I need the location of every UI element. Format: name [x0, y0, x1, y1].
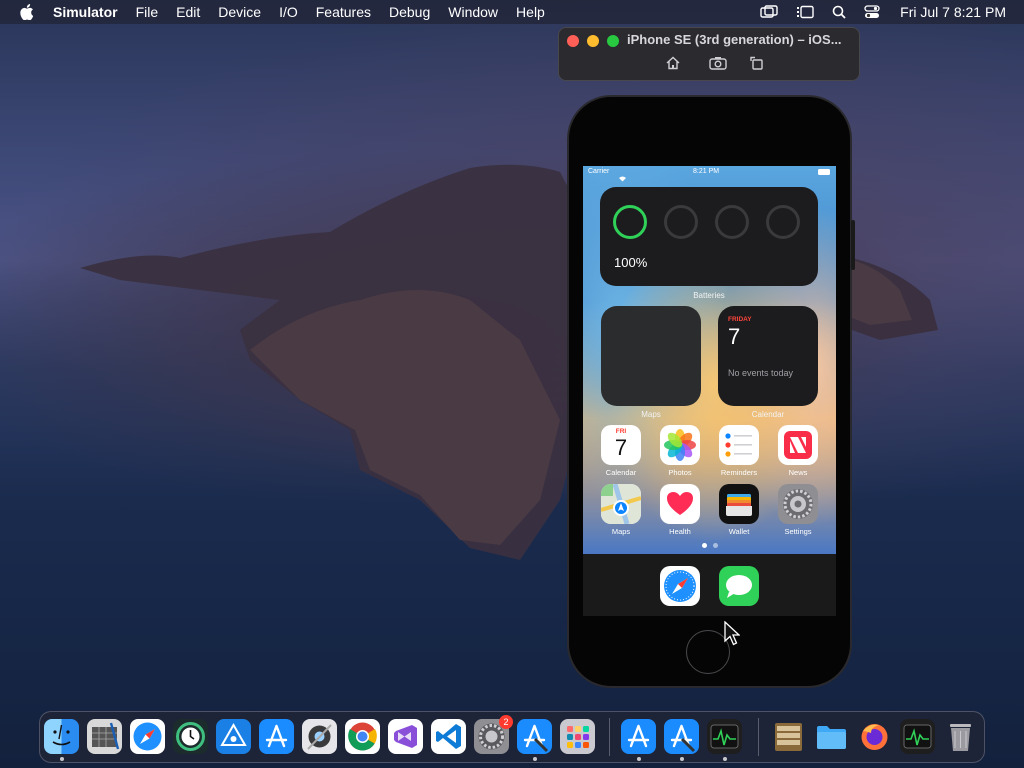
activity-monitor-2-icon[interactable] — [900, 719, 935, 754]
page-indicator-dot[interactable] — [713, 543, 718, 548]
battery-ring-empty — [715, 205, 749, 239]
maps-widget-label: Maps — [641, 410, 661, 419]
vs-code-icon[interactable] — [431, 719, 466, 754]
running-indicator — [637, 757, 641, 761]
batteries-widget-label: Batteries — [693, 291, 725, 300]
xcode-icon[interactable] — [517, 719, 552, 754]
home-icon[interactable] — [665, 56, 681, 75]
archive-utility-icon[interactable] — [771, 719, 806, 754]
batteries-widget[interactable]: 100% — [600, 187, 818, 286]
menu-device[interactable]: Device — [218, 4, 261, 20]
app-label: Reminders — [720, 468, 758, 477]
stage-manager-icon[interactable] — [796, 5, 814, 19]
close-button[interactable] — [567, 35, 579, 47]
running-indicator — [680, 757, 684, 761]
calendar-widget-events: No events today — [728, 368, 794, 378]
launchpad-icon[interactable] — [560, 719, 595, 754]
app-label: Maps — [611, 527, 631, 536]
calendar-widget-label: Calendar — [751, 410, 785, 419]
app-label: Health — [669, 527, 691, 536]
photos-app-icon[interactable] — [660, 425, 700, 465]
battery-ring-empty — [766, 205, 800, 239]
maps-app-icon[interactable] — [601, 484, 641, 524]
screen-mirroring-icon[interactable] — [760, 5, 778, 19]
app-label: News — [788, 468, 808, 477]
running-indicator — [533, 757, 537, 761]
app-label: Calendar — [605, 468, 637, 477]
mouse-cursor-icon — [724, 621, 740, 646]
news-app-icon[interactable] — [778, 425, 818, 465]
dock-separator — [609, 718, 610, 756]
google-chrome-icon[interactable] — [345, 719, 380, 754]
safari-icon[interactable] — [130, 719, 165, 754]
battery-ring-empty — [664, 205, 698, 239]
menu-file[interactable]: File — [136, 4, 159, 20]
system-information-icon[interactable] — [87, 719, 122, 754]
testflight-icon[interactable] — [216, 719, 251, 754]
wifi-icon — [618, 169, 627, 187]
time-machine-icon[interactable] — [173, 719, 208, 754]
carrier-label: Carrier — [588, 168, 610, 175]
iphone-screen: Carrier 8:21 PM 100% Batteries Maps FRID… — [583, 166, 836, 616]
instruments-icon[interactable] — [302, 719, 337, 754]
menu-app-name[interactable]: Simulator — [53, 4, 118, 20]
menu-edit[interactable]: Edit — [176, 4, 200, 20]
wallpaper-island — [80, 164, 938, 561]
visual-studio-icon[interactable] — [388, 719, 423, 754]
notification-badge: 2 — [499, 715, 513, 729]
minimize-button[interactable] — [587, 35, 599, 47]
settings-app-icon[interactable] — [778, 484, 818, 524]
menu-io[interactable]: I/O — [279, 4, 298, 20]
app-label: Settings — [784, 527, 812, 536]
control-center-icon[interactable] — [864, 5, 880, 19]
battery-icon — [818, 169, 830, 175]
calendar-widget[interactable]: FRIDAY 7 No events today — [718, 306, 818, 406]
xcode-2-icon[interactable] — [664, 719, 699, 754]
iphone-side-button[interactable] — [851, 220, 855, 270]
status-time: 8:21 PM — [693, 168, 720, 175]
folder-icon[interactable] — [814, 719, 849, 754]
rotate-icon[interactable] — [750, 56, 764, 75]
app-store-icon[interactable] — [259, 719, 294, 754]
app-label: Wallet — [728, 527, 750, 536]
apple-logo-icon[interactable] — [18, 4, 36, 20]
safari-icon[interactable] — [660, 566, 700, 606]
page-indicator-dot-active[interactable] — [702, 543, 707, 548]
menu-window[interactable]: Window — [448, 4, 498, 20]
activity-monitor-icon[interactable] — [707, 719, 742, 754]
menu-help[interactable]: Help — [516, 4, 545, 20]
menu-debug[interactable]: Debug — [389, 4, 430, 20]
running-indicator — [723, 757, 727, 761]
running-indicator — [60, 757, 64, 761]
firefox-icon[interactable] — [857, 719, 892, 754]
calendar-app-day: FRI — [615, 428, 627, 435]
calendar-app-icon[interactable]: FRI 7 — [601, 425, 641, 465]
screenshot-icon[interactable] — [709, 56, 727, 75]
simulator-window-toolbar: iPhone SE (3rd generation) – iOS... — [558, 27, 860, 81]
health-app-icon[interactable] — [660, 484, 700, 524]
maps-widget[interactable] — [601, 306, 701, 406]
reminders-app-icon[interactable] — [719, 425, 759, 465]
battery-ring-device — [613, 205, 647, 239]
menu-features[interactable]: Features — [316, 4, 371, 20]
app-label: Photos — [668, 468, 692, 477]
menu-bar-status-area: Fri Jul 7 8:21 PM — [742, 0, 1006, 24]
zoom-button[interactable] — [607, 35, 619, 47]
dock-separator — [758, 718, 759, 756]
search-icon[interactable] — [832, 5, 846, 19]
wallet-app-icon[interactable] — [719, 484, 759, 524]
messages-icon[interactable] — [719, 566, 759, 606]
simulator-window-title: iPhone SE (3rd generation) – iOS... — [627, 32, 842, 47]
battery-percent: 100% — [614, 255, 648, 270]
finder-icon[interactable] — [44, 719, 79, 754]
trash-icon[interactable] — [943, 719, 978, 754]
calendar-widget-day: FRIDAY — [728, 316, 752, 323]
menu-bar-clock[interactable]: Fri Jul 7 8:21 PM — [900, 4, 1006, 20]
calendar-app-date: 7 — [614, 435, 628, 460]
iphone-dock — [583, 554, 836, 616]
calendar-widget-date: 7 — [728, 324, 741, 349]
menu-bar: Simulator File Edit Device I/O Features … — [0, 0, 1024, 24]
app-store-2-icon[interactable] — [621, 719, 656, 754]
